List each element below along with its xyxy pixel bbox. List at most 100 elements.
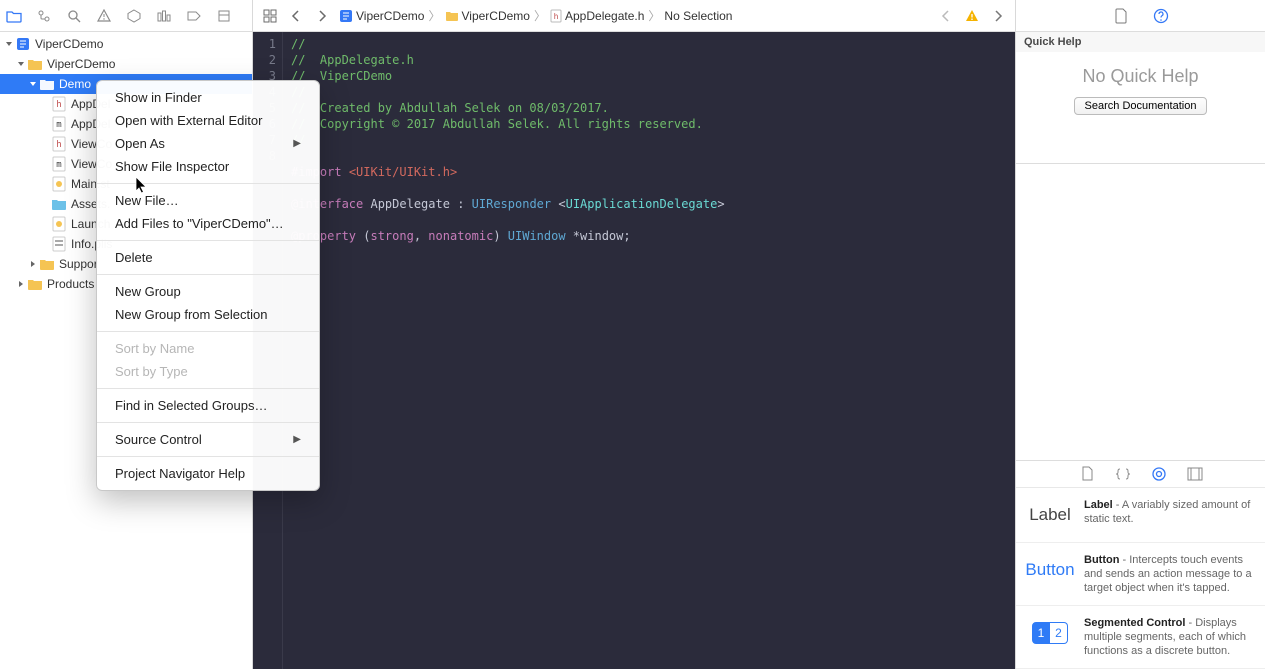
jump-bar: ViperCDemo 〉 ViperCDemo 〉 h AppDelegate.… — [253, 0, 1015, 32]
menu-item[interactable]: Source Control▶ — [97, 428, 319, 451]
chevron-right-icon: 〉 — [426, 7, 442, 24]
file-template-icon[interactable] — [1077, 464, 1097, 484]
crumb-file[interactable]: h AppDelegate.h — [548, 9, 646, 23]
media-library-icon[interactable] — [1185, 464, 1205, 484]
crumb-project[interactable]: ViperCDemo — [337, 9, 426, 23]
menu-separator — [97, 274, 319, 275]
menu-item[interactable]: Find in Selected Groups… — [97, 394, 319, 417]
menu-item-label: New File… — [115, 193, 179, 208]
menu-item[interactable]: New Group — [97, 280, 319, 303]
disclosure-triangle-icon[interactable] — [28, 259, 38, 269]
source-control-icon[interactable] — [34, 6, 54, 26]
menu-item[interactable]: Delete — [97, 246, 319, 269]
disclosure-triangle-icon[interactable] — [40, 199, 50, 209]
search-documentation-button[interactable]: Search Documentation — [1074, 97, 1208, 115]
svg-text:h: h — [56, 140, 61, 150]
quick-help-body: No Quick Help Search Documentation — [1016, 52, 1265, 164]
library-thumb: Label — [1026, 498, 1074, 532]
library-item[interactable]: ButtonButton - Intercepts touch events a… — [1016, 543, 1265, 606]
menu-item[interactable]: Open with External Editor — [97, 109, 319, 132]
plist-icon — [51, 236, 67, 252]
menu-item-label: New Group — [115, 284, 181, 299]
related-items-icon[interactable] — [259, 5, 281, 27]
disclosure-triangle-icon[interactable] — [28, 79, 38, 89]
disclosure-triangle-icon[interactable] — [16, 59, 26, 69]
menu-item-label: Show in Finder — [115, 90, 202, 105]
disclosure-triangle-icon[interactable] — [40, 179, 50, 189]
tree-row-label: Demo — [59, 77, 91, 91]
quick-help-icon[interactable] — [1151, 6, 1171, 26]
svg-text:h: h — [56, 100, 61, 110]
storyboard-icon — [51, 176, 67, 192]
editor-area: ViperCDemo 〉 ViperCDemo 〉 h AppDelegate.… — [253, 0, 1015, 669]
menu-item[interactable]: Project Navigator Help — [97, 462, 319, 485]
breadcrumb[interactable]: ViperCDemo 〉 ViperCDemo 〉 h AppDelegate.… — [337, 7, 931, 24]
context-menu[interactable]: Show in FinderOpen with External EditorO… — [96, 80, 320, 491]
forward-icon[interactable] — [311, 5, 333, 27]
disclosure-triangle-icon[interactable] — [4, 39, 14, 49]
h-icon: h — [51, 136, 67, 152]
inspector-tab-bar — [1016, 0, 1265, 32]
quick-help-header: Quick Help — [1016, 32, 1265, 52]
library-tab-bar — [1016, 460, 1265, 488]
menu-item-label: Find in Selected Groups… — [115, 398, 267, 413]
menu-item[interactable]: Open As ▶ — [97, 132, 319, 155]
file-inspector-icon[interactable] — [1111, 6, 1131, 26]
warning-icon[interactable] — [961, 5, 983, 27]
disclosure-triangle-icon[interactable] — [40, 99, 50, 109]
disclosure-triangle-icon[interactable] — [40, 159, 50, 169]
menu-item[interactable]: New Group from Selection — [97, 303, 319, 326]
menu-separator — [97, 183, 319, 184]
crumb-selection[interactable]: No Selection — [662, 9, 734, 23]
library-item[interactable]: Label Label - A variably sized amount of … — [1016, 488, 1265, 543]
library-desc: Segmented Control - Displays multiple se… — [1084, 616, 1255, 658]
search-icon[interactable] — [64, 6, 84, 26]
tree-row-label: ViperCDemo — [35, 37, 103, 51]
tree-row[interactable]: ViperCDemo — [0, 54, 252, 74]
tests-icon[interactable] — [124, 6, 144, 26]
next-issue-icon[interactable] — [987, 5, 1009, 27]
menu-separator — [97, 388, 319, 389]
back-icon[interactable] — [285, 5, 307, 27]
disclosure-triangle-icon[interactable] — [16, 279, 26, 289]
prev-issue-icon[interactable] — [935, 5, 957, 27]
breakpoints-icon[interactable] — [184, 6, 204, 26]
tree-row-label: Suppor — [59, 257, 98, 271]
project-icon — [15, 36, 31, 52]
menu-item[interactable]: Add Files to "ViperCDemo"… — [97, 212, 319, 235]
disclosure-triangle-icon[interactable] — [40, 119, 50, 129]
object-library-icon[interactable] — [1149, 464, 1169, 484]
code-snippet-icon[interactable] — [1113, 464, 1133, 484]
h-icon: h — [51, 96, 67, 112]
reports-icon[interactable] — [214, 6, 234, 26]
menu-item-label: Open As — [115, 136, 165, 151]
disclosure-triangle-icon[interactable] — [40, 239, 50, 249]
menu-item: Sort by Type — [97, 360, 319, 383]
library-thumb: 12 — [1026, 616, 1074, 650]
issues-icon[interactable] — [94, 6, 114, 26]
menu-item-label: Sort by Type — [115, 364, 188, 379]
library-item[interactable]: 12 Segmented Control - Displays multiple … — [1016, 606, 1265, 669]
crumb-folder[interactable]: ViperCDemo — [443, 9, 532, 23]
folder-icon[interactable] — [4, 6, 24, 26]
menu-item[interactable]: New File… — [97, 189, 319, 212]
menu-item-label: New Group from Selection — [115, 307, 267, 322]
submenu-arrow-icon: ▶ — [293, 138, 301, 149]
folder-icon — [27, 276, 43, 292]
folder-icon — [27, 56, 43, 72]
code-editor[interactable]: 12345678 //// AppDelegate.h// ViperCDemo… — [253, 32, 1015, 669]
tree-row[interactable]: ViperCDemo — [0, 34, 252, 54]
library-desc: Label - A variably sized amount of stati… — [1084, 498, 1255, 532]
debug-icon[interactable] — [154, 6, 174, 26]
disclosure-triangle-icon[interactable] — [40, 139, 50, 149]
menu-item[interactable]: Show File Inspector — [97, 155, 319, 178]
code-content[interactable]: //// AppDelegate.h// ViperCDemo//// Crea… — [283, 32, 1015, 669]
crumb-label: ViperCDemo — [462, 9, 530, 23]
library-list[interactable]: Label Label - A variably sized amount of … — [1016, 488, 1265, 669]
menu-item[interactable]: Show in Finder — [97, 86, 319, 109]
storyboard-icon — [51, 216, 67, 232]
crumb-label: AppDelegate.h — [565, 9, 644, 23]
menu-item-label: Source Control — [115, 432, 202, 447]
chevron-right-icon: 〉 — [532, 7, 548, 24]
disclosure-triangle-icon[interactable] — [40, 219, 50, 229]
